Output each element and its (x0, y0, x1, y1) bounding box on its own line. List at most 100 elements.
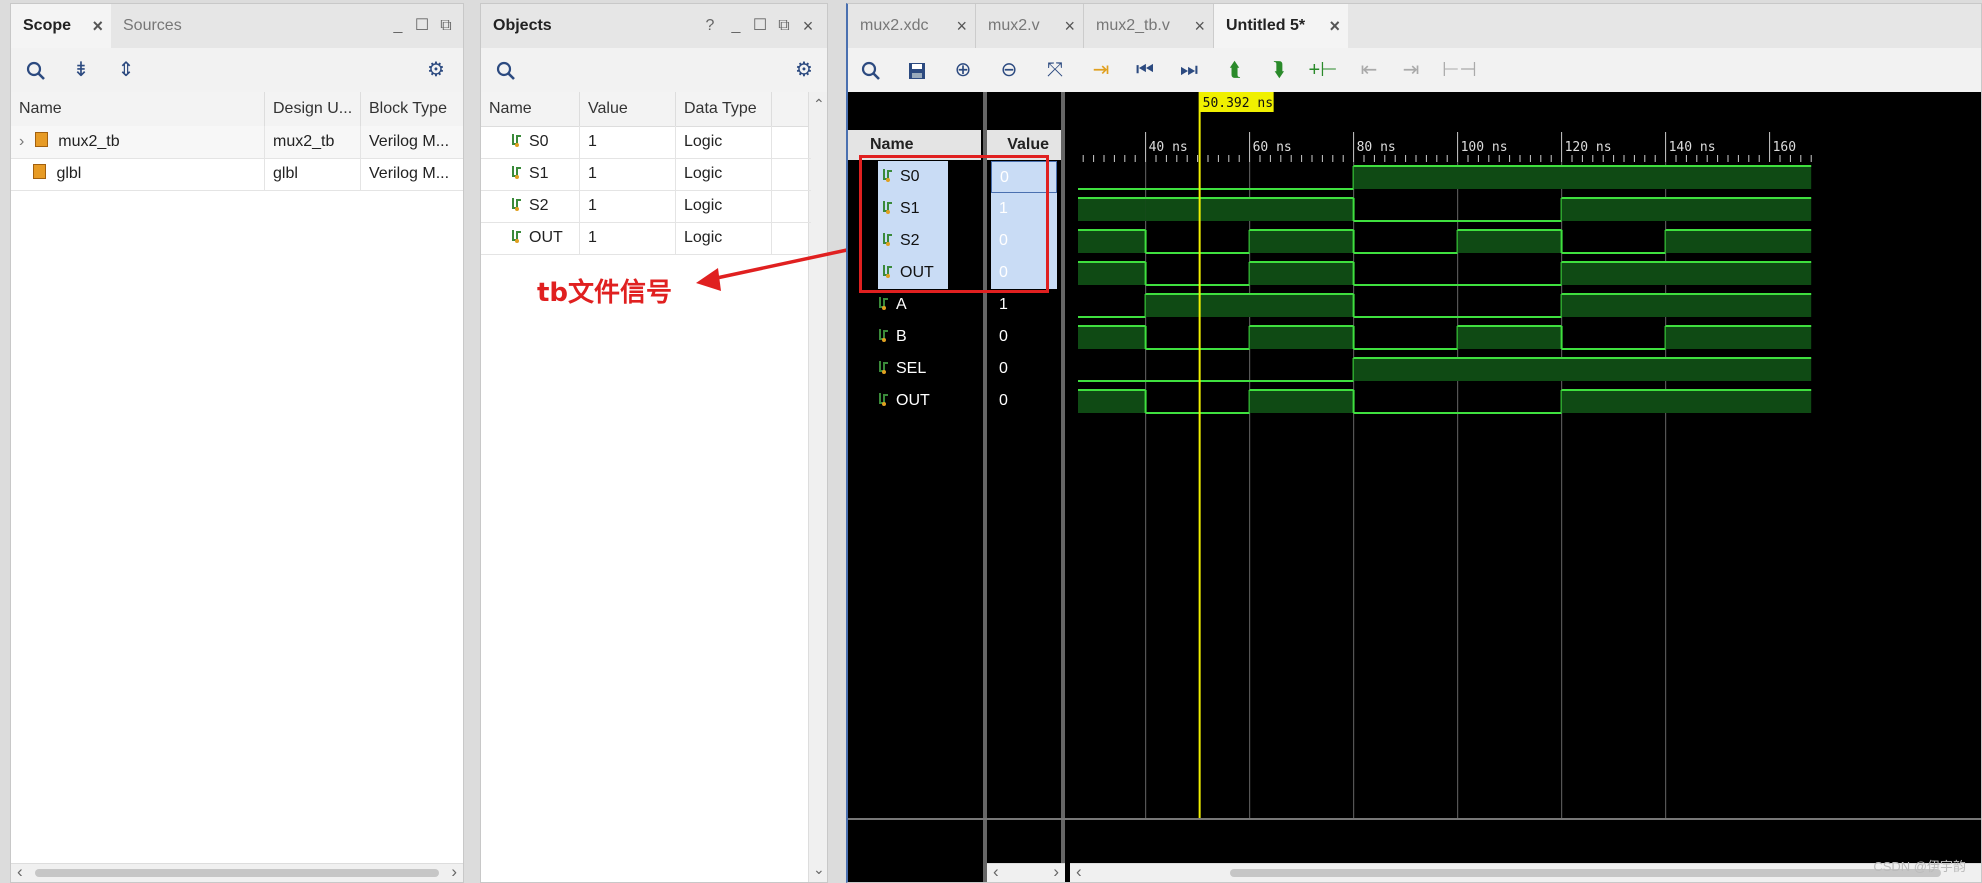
waveform-scrollbar[interactable]: ‹ (1070, 862, 1981, 882)
wave-high-fill (1561, 198, 1812, 221)
object-value: 1 (580, 158, 676, 190)
objects-toolbar: ⚙ (481, 48, 827, 93)
signal-value: 1 (991, 193, 1057, 225)
table-row[interactable]: glbl glbl Verilog M... (11, 158, 463, 191)
waveform-area: Name Value S0 0 S1 1 S2 0 OUT 0 A 1 B 0 SEL 0 OUT 0 40 … (848, 92, 1981, 882)
objects-table-header: Name Value Data Type (481, 92, 811, 127)
signal-name-row[interactable]: B (848, 321, 981, 353)
scroll-left-icon[interactable]: ‹ (17, 862, 23, 882)
chevron-right-icon[interactable]: › (19, 133, 24, 150)
zoom-fit-icon[interactable]: ⤧ (1040, 48, 1070, 92)
zoom-in-icon[interactable]: ⊕ (948, 48, 978, 92)
tab-untitled-5[interactable]: Untitled 5* × (1214, 4, 1348, 48)
scroll-down-icon[interactable]: ⌄ (813, 861, 825, 878)
scroll-right-icon[interactable]: › (451, 862, 457, 882)
tab-mux2-v[interactable]: mux2.v × (976, 4, 1084, 48)
object-name-cell: S0 (481, 126, 580, 158)
scrollbar-thumb[interactable] (35, 869, 439, 877)
scope-name-cell: glbl (11, 158, 265, 190)
signal-name: S0 (900, 168, 920, 185)
wave-high-fill (1249, 390, 1354, 413)
scroll-left-icon[interactable]: ‹ (1076, 862, 1082, 882)
search-icon[interactable] (856, 48, 886, 92)
value-scrollbar[interactable]: ‹ › (987, 862, 1065, 882)
next-transition-icon[interactable]: ⮯ (1264, 48, 1294, 92)
table-row[interactable]: S1 1 Logic (481, 158, 811, 191)
col-value[interactable]: Value (580, 92, 676, 126)
bottom-divider (848, 818, 1981, 820)
close-icon[interactable]: × (92, 4, 103, 48)
zoom-out-icon[interactable]: ⊖ (994, 48, 1024, 92)
signal-name-row[interactable]: OUT (848, 385, 981, 417)
close-icon[interactable]: × (793, 4, 823, 48)
search-icon[interactable] (21, 48, 51, 92)
signal-name-row[interactable]: SEL (848, 353, 981, 385)
col-block-type[interactable]: Block Type (361, 92, 463, 126)
scroll-left-icon[interactable]: ‹ (993, 862, 999, 882)
close-icon[interactable]: × (1194, 4, 1205, 48)
scroll-right-icon[interactable]: › (1053, 862, 1059, 882)
objects-title-label: Objects (493, 17, 552, 34)
previous-transition-icon[interactable]: ⮬ (1220, 48, 1250, 92)
signal-value: 1 (999, 296, 1008, 313)
col-name[interactable]: Name (481, 92, 580, 126)
tab-mux2-tb-v[interactable]: mux2_tb.v × (1084, 4, 1214, 48)
tab-mux2-xdc[interactable]: mux2.xdc × (848, 4, 976, 48)
go-to-cursor-icon[interactable]: ⇥ (1086, 48, 1116, 92)
col-data-type[interactable]: Data Type (676, 92, 772, 126)
object-name: S1 (529, 165, 549, 182)
close-icon[interactable]: × (1329, 4, 1340, 48)
waveform-chart[interactable]: 40 ns 60 ns 80 ns 100 ns 120 ns 140 ns 160 50.3… (1070, 92, 1982, 883)
swap-cursors-icon[interactable]: ⊢⊣ (1442, 48, 1477, 92)
signal-name-row[interactable]: OUT (878, 257, 948, 289)
value-header[interactable]: Value (987, 130, 1061, 160)
save-icon[interactable] (902, 48, 932, 92)
signal-name: B (896, 328, 907, 345)
tab-sources[interactable]: Sources (111, 4, 211, 48)
go-to-start-icon[interactable]: ⏮ (1130, 48, 1160, 92)
signal-icon (882, 259, 894, 278)
go-to-end-icon[interactable]: ⏭ (1174, 48, 1204, 92)
waveform-toolbar: ⊕ ⊖ ⤧ ⇥ ⏮ ⏭ ⮬ ⮯ +⊢ ⇤ ⇥ ⊢⊣ (848, 48, 1981, 93)
collapse-all-icon[interactable]: ⇟ (66, 48, 96, 92)
tab-scope-label: Scope (23, 17, 72, 34)
signal-name-row[interactable]: S1 (878, 193, 948, 225)
signal-name-row[interactable]: S2 (878, 225, 948, 257)
previous-marker-icon[interactable]: ⇤ (1354, 48, 1384, 92)
scroll-up-icon[interactable]: ⌃ (813, 96, 825, 113)
time-tick-label: 160 (1773, 140, 1796, 155)
wave-high-fill (1078, 198, 1146, 221)
next-marker-icon[interactable]: ⇥ (1396, 48, 1426, 92)
gear-icon[interactable]: ⚙ (789, 48, 819, 92)
scrollbar-thumb[interactable] (1230, 869, 1941, 877)
tab-scope[interactable]: Scope × (11, 4, 111, 48)
signal-name-row[interactable]: S0 (878, 161, 948, 193)
table-row[interactable]: › mux2_tb mux2_tb Verilog M... (11, 126, 463, 159)
object-type: Logic (676, 222, 772, 254)
wave-high-fill (1249, 230, 1354, 253)
close-icon[interactable]: × (956, 4, 967, 48)
signal-icon (878, 355, 890, 374)
close-icon[interactable]: × (1064, 4, 1075, 48)
signal-icon (511, 160, 523, 179)
table-row[interactable]: S0 1 Logic (481, 126, 811, 159)
object-type: Logic (676, 190, 772, 222)
col-design-unit[interactable]: Design U... (265, 92, 361, 126)
horizontal-scrollbar[interactable]: ‹ › (11, 862, 463, 882)
wave-high-fill (1078, 390, 1146, 413)
col-name[interactable]: Name (11, 92, 265, 126)
name-header[interactable]: Name (848, 130, 981, 160)
gear-icon[interactable]: ⚙ (421, 48, 451, 92)
search-icon[interactable] (491, 48, 521, 92)
table-row[interactable]: S2 1 Logic (481, 190, 811, 223)
time-tick-label: 40 ns (1149, 140, 1188, 155)
signal-name-row[interactable]: A (848, 289, 981, 321)
editor-tabbar: mux2.xdc × mux2.v × mux2_tb.v × Untitled 5*… (848, 4, 1981, 49)
float-icon[interactable]: ⧉ (431, 4, 461, 48)
scope-name-cell: › mux2_tb (11, 126, 265, 158)
signal-name: A (896, 296, 907, 313)
add-marker-icon[interactable]: +⊢ (1308, 48, 1338, 92)
scope-tabbar: Scope × Sources _ ☐ ⧉ (11, 4, 463, 49)
table-row[interactable]: OUT 1 Logic (481, 222, 811, 255)
expand-all-icon[interactable]: ⇕ (111, 48, 141, 92)
